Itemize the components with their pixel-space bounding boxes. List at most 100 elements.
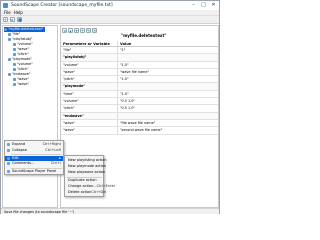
expand-icon: [7, 143, 10, 147]
value-cell: "wave file name": [120, 69, 149, 74]
submenu-item-new-playmode[interactable]: New playmode action: [65, 164, 106, 170]
node-icon: [13, 77, 16, 81]
param-cell: "time": [61, 90, 118, 98]
node-icon: [8, 72, 11, 76]
title-bar: SoundScape Creator [soundscape_myfile.tx…: [1, 1, 219, 10]
tree-root[interactable]: "myfile.deleted-text": [4, 27, 46, 32]
node-icon: [8, 57, 11, 61]
tree-item-label: "wave": [17, 82, 30, 86]
new-icon[interactable]: +: [3, 17, 8, 22]
menu-item-shortcut: Ctrl+I: [50, 161, 61, 165]
context-menu: Expand Ctrl+Right Collapse Ctrl+Left Edit ▸…: [4, 140, 64, 175]
tree-root-label: "myfile.deleted-text": [8, 27, 44, 31]
menu-item-label: Delete action: [68, 190, 92, 194]
parameter-table: Parameters or Variable Value "file" "1" "p…: [61, 41, 218, 135]
value-cell: "1.0": [120, 62, 129, 67]
tree-item-label: "playlistobj": [12, 37, 33, 41]
collapse-icon: [7, 148, 10, 152]
add-icon[interactable]: +: [80, 27, 85, 33]
table-row[interactable]: "endwave": [61, 112, 218, 120]
tree-item-label: "endwave": [12, 72, 31, 76]
tree-item[interactable]: "playmode": [8, 57, 32, 62]
value-cell: "1.0": [120, 77, 129, 82]
tree-item-label: "wave": [17, 47, 30, 51]
tree-item[interactable]: "volume": [13, 42, 33, 47]
menu-item-label: Change action...: [68, 184, 97, 188]
menu-item-shortcut: Ctrl+Del: [91, 190, 107, 194]
node-icon: [13, 47, 16, 51]
tree-item[interactable]: "file": [8, 32, 20, 37]
param-cell: "playmode": [61, 83, 118, 90]
tree-item[interactable]: "wave": [13, 82, 29, 87]
app-window: SoundScape Creator [soundscape_myfile.tx…: [0, 0, 220, 214]
down-icon[interactable]: ▾: [74, 27, 79, 33]
tree-item-label: "pitch": [17, 52, 29, 56]
table-row[interactable]: "wave" "wave file name": [61, 68, 218, 77]
minimize-button[interactable]: –: [189, 2, 198, 8]
value-cell: "0.5 1.0": [120, 99, 135, 104]
table-row[interactable]: "wave" "file wave file name": [61, 119, 218, 128]
table-row[interactable]: "wave" "second wave file name": [61, 127, 218, 135]
table-row[interactable]: "file" "1": [61, 47, 218, 55]
menu-item-label: SoundScape Player Panel: [12, 169, 57, 173]
edit-icon[interactable]: ✎: [86, 27, 91, 33]
tree-item-label: "volume": [17, 42, 33, 46]
delete-icon[interactable]: ✕: [92, 27, 97, 33]
table-row[interactable]: "pitch" "0.5 1.0": [61, 105, 218, 113]
node-icon: [8, 37, 11, 41]
table-row[interactable]: "volume" "0.5 1.0": [61, 98, 218, 106]
tree-item[interactable]: "endwave": [8, 72, 30, 77]
back-icon[interactable]: ◂: [62, 27, 67, 33]
param-cell: "wave": [61, 68, 118, 76]
table-row[interactable]: "playmode": [61, 83, 218, 91]
submenu-item-new-playwave[interactable]: New playwave action: [65, 170, 106, 176]
up-icon[interactable]: ▴: [68, 27, 73, 33]
save-icon[interactable]: ■: [17, 17, 22, 22]
submenu-item-change[interactable]: Change action... Ctrl+Enter: [65, 184, 115, 190]
menu-file[interactable]: File: [4, 10, 11, 15]
param-cell: "pitch": [61, 76, 118, 83]
submenu-item-duplicate[interactable]: Duplicate action: [65, 178, 103, 184]
menu-item-label: Comments...: [12, 161, 35, 165]
menu-item-comments[interactable]: Comments... Ctrl+I: [5, 161, 63, 167]
param-cell: "pitch": [61, 105, 118, 112]
tree-item-label: "pitch": [17, 67, 29, 71]
table-row[interactable]: "volume" "1.0": [61, 61, 218, 69]
menu-help[interactable]: Help: [14, 10, 23, 15]
tree-item[interactable]: "playlistobj": [8, 37, 32, 42]
node-icon: [8, 32, 11, 36]
edit-submenu: New playlisting action New playmode acti…: [64, 155, 115, 197]
comment-icon: [7, 162, 10, 166]
menu-item-label: New playwave action: [68, 170, 106, 174]
table-row[interactable]: "pitch" "1.0": [61, 76, 218, 84]
node-icon: [13, 82, 16, 86]
open-icon[interactable]: ▸: [10, 17, 15, 22]
menu-item-label: Collapse: [12, 147, 27, 152]
detail-title: "myfile.deletextext": [121, 33, 167, 38]
close-button[interactable]: ✕: [209, 2, 218, 8]
tree-item-label: "playmode": [12, 57, 32, 61]
value-cell: "1.0": [120, 91, 129, 96]
submenu-item-delete[interactable]: Delete action Ctrl+Del: [65, 190, 106, 196]
tree-item-label: "file": [12, 32, 21, 36]
value-cell: [118, 113, 218, 119]
table-row[interactable]: "time" "1.0": [61, 90, 218, 99]
tree-item[interactable]: "wave": [13, 47, 29, 52]
param-cell: "wave": [61, 127, 118, 134]
tree-item[interactable]: "wave": [13, 77, 29, 82]
app-icon: [3, 3, 8, 8]
submenu-item-new-playlisting[interactable]: New playlisting action: [65, 158, 107, 164]
column-header-param: Parameters or Variable: [61, 41, 118, 46]
tree-item[interactable]: "pitch": [13, 67, 29, 72]
param-cell: "playlistobj": [61, 54, 118, 61]
tree-item[interactable]: "volume": [13, 62, 33, 67]
edit-menu-icon: [7, 156, 10, 160]
tree-item[interactable]: "pitch": [13, 52, 29, 57]
maximize-button[interactable]: □: [199, 2, 208, 8]
menu-item-shortcut: Ctrl+Left: [45, 147, 61, 152]
menu-item-player-panel[interactable]: SoundScape Player Panel: [5, 169, 63, 175]
table-row[interactable]: "playlistobj": [61, 54, 218, 62]
column-header-value: Value: [120, 42, 132, 46]
node-icon: [13, 52, 16, 56]
menu-item-collapse[interactable]: Collapse Ctrl+Left: [5, 148, 63, 154]
